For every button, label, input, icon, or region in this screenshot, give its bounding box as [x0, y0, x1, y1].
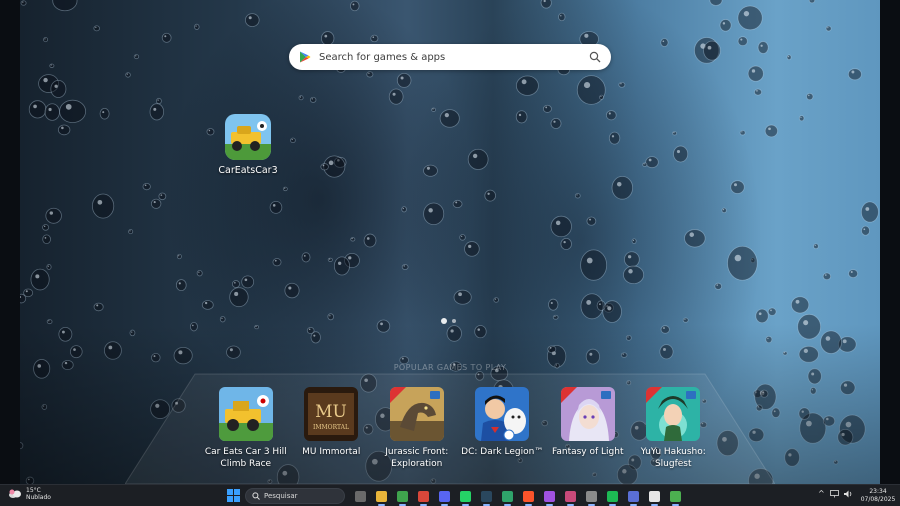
page-dot-active[interactable]	[441, 318, 447, 324]
right-border	[880, 0, 900, 484]
search-icon	[252, 492, 260, 500]
taskbar-app-spotify[interactable]	[604, 488, 621, 506]
chrome-profile-icon	[418, 490, 429, 502]
desktop-shortcut-label: CarEatsCar3	[218, 165, 278, 176]
google-play-games-icon	[670, 490, 681, 502]
game-yuyu-hakusho[interactable]: YuYu Hakusho: Slugfest	[631, 387, 717, 470]
game-jurassic-front[interactable]: Jurassic Front: Exploration	[374, 387, 460, 470]
left-border	[0, 0, 20, 484]
taskbar-app-chrome[interactable]	[394, 488, 411, 506]
clock-date: 07/08/2025	[860, 496, 896, 503]
desktop-screen: Search for games & apps CarEatsCar3 POPU…	[0, 0, 900, 506]
game-car-eats-car-3[interactable]: Car Eats Car 3 Hill Climb Race	[203, 387, 289, 470]
jurassic-front-game-icon[interactable]	[389, 387, 444, 441]
car-eats-car-game-icon[interactable]	[218, 387, 273, 441]
taskbar-app-messenger[interactable]	[541, 488, 558, 506]
taskbar-search-label: Pesquisar	[264, 492, 298, 500]
search-icon[interactable]	[589, 51, 601, 63]
taskbar-app-calendar[interactable]	[646, 488, 663, 506]
taskbar-app-brave[interactable]	[520, 488, 537, 506]
yuyu-hakusho-game-icon[interactable]	[646, 387, 701, 441]
windows-start-icon[interactable]	[227, 489, 240, 502]
tool-icon	[565, 490, 576, 502]
taskbar-search-box[interactable]: Pesquisar	[245, 488, 345, 504]
system-tray: ^	[818, 489, 853, 498]
popular-games-panel: POPULAR GAMES TO PLAY Car Eats Car 3 Hil…	[125, 360, 775, 484]
game-name: MU Immortal	[302, 447, 361, 457]
clock[interactable]: 23:34 07/08/2025	[860, 488, 896, 504]
car-eats-car-icon[interactable]	[225, 114, 271, 160]
desktop-shortcut-careatscar3[interactable]: CarEatsCar3	[218, 114, 278, 176]
network-icon[interactable]	[829, 489, 839, 498]
google-play-icon	[300, 51, 311, 63]
search-bar[interactable]: Search for games & apps	[289, 44, 611, 70]
messenger-icon	[544, 490, 555, 502]
page-indicator	[441, 318, 456, 324]
file-explorer-icon	[376, 490, 387, 502]
taskbar-app-whatsapp[interactable]	[457, 488, 474, 506]
taskbar-app-file-explorer[interactable]	[373, 488, 390, 506]
app-shortcut-icon	[628, 490, 639, 502]
game-name: YuYu Hakusho: Slugfest	[640, 447, 706, 469]
spotify-icon	[607, 490, 618, 502]
svg-text:MU: MU	[315, 402, 347, 422]
clock-time: 23:34	[869, 488, 887, 495]
taskbar-app-steam[interactable]	[478, 488, 495, 506]
game-fantasy-of-light[interactable]: Fantasy of Light	[545, 387, 631, 470]
chevron-up-icon[interactable]: ^	[818, 489, 825, 498]
page-dot[interactable]	[452, 319, 456, 323]
green-app-icon	[502, 490, 513, 502]
taskbar-app-green-app[interactable]	[499, 488, 516, 506]
cloud-icon	[9, 489, 21, 498]
chrome-icon	[397, 490, 408, 502]
steam-icon	[481, 490, 492, 502]
volume-icon[interactable]	[843, 490, 853, 498]
game-name: Fantasy of Light	[552, 447, 624, 457]
game-mu-immortal[interactable]: MU IMMORTAL MU Immortal	[289, 387, 375, 470]
games-row: Car Eats Car 3 Hill Climb Race MU IMMORT…	[203, 387, 716, 470]
taskbar: 15°C Nublado Pesquisar ^ 23:34 07/08/202…	[0, 484, 900, 506]
brave-icon	[523, 490, 534, 502]
mu-immortal-game-icon[interactable]: MU IMMORTAL	[304, 387, 359, 441]
fantasy-of-light-game-icon[interactable]	[560, 387, 615, 441]
search-placeholder[interactable]: Search for games & apps	[319, 52, 589, 63]
github-icon	[586, 490, 597, 502]
discord-icon	[439, 490, 450, 502]
taskbar-app-tool[interactable]	[562, 488, 579, 506]
taskbar-app-discord[interactable]	[436, 488, 453, 506]
taskbar-apps	[352, 488, 684, 506]
weather-widget[interactable]: 15°C Nublado	[8, 487, 51, 501]
whatsapp-icon	[460, 490, 471, 502]
svg-text:IMMORTAL: IMMORTAL	[313, 424, 349, 431]
taskbar-app-widgets[interactable]	[352, 488, 369, 504]
taskbar-app-chrome-profile[interactable]	[415, 488, 432, 506]
popular-games-title: POPULAR GAMES TO PLAY	[393, 363, 507, 372]
weather-condition: Nublado	[26, 494, 51, 501]
calendar-icon	[649, 490, 660, 502]
taskbar-app-app-shortcut[interactable]	[625, 488, 642, 506]
game-dc-dark-legion[interactable]: DC: Dark Legion™	[460, 387, 546, 470]
taskbar-app-github[interactable]	[583, 488, 600, 506]
weather-temp: 15°C	[26, 487, 41, 494]
taskbar-app-google-play-games[interactable]	[667, 488, 684, 506]
game-name: DC: Dark Legion™	[461, 447, 544, 457]
dc-dark-legion-game-icon[interactable]	[475, 387, 530, 441]
game-name: Jurassic Front: Exploration	[385, 447, 449, 469]
widgets-icon	[355, 490, 366, 502]
game-name: Car Eats Car 3 Hill Climb Race	[204, 447, 287, 469]
